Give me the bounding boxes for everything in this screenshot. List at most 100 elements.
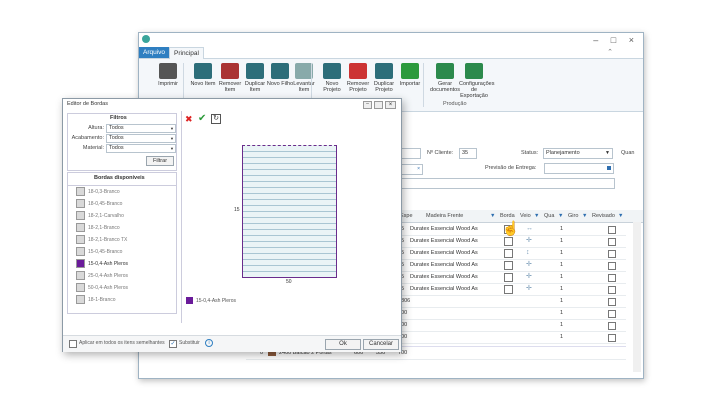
edge-cell-icon[interactable] (504, 261, 513, 270)
vertical-scrollbar[interactable] (633, 222, 641, 372)
status-select[interactable]: Planejamento ▼ (543, 148, 613, 159)
edge-list-item[interactable]: 18-0,45-Branco (76, 199, 172, 210)
cancel-button[interactable]: Cancelar (363, 339, 399, 350)
ribbon-button[interactable]: Imprimir (153, 63, 183, 87)
delivery-date-field[interactable] (544, 163, 614, 174)
ribbon-button[interactable]: Gerar documentos (430, 63, 460, 93)
edge-list-item[interactable]: 18-2,1-Branco TX (76, 235, 172, 246)
filter-icon[interactable]: ▼ (582, 210, 587, 222)
filter-finish-select[interactable]: Todos ▼ (106, 134, 176, 143)
edge-list-item[interactable]: 18-1-Branco (76, 295, 172, 306)
col-grain[interactable]: Veio (520, 210, 531, 222)
ok-button[interactable]: Ok (325, 339, 361, 350)
reviewed-checkbox[interactable] (608, 250, 616, 258)
calendar-icon[interactable] (607, 166, 611, 170)
edge-label: 18-2,1-Carvalho (88, 213, 124, 219)
client-no-field[interactable]: 35 (459, 148, 477, 159)
minimize-icon[interactable]: – (363, 101, 372, 109)
reviewed-checkbox[interactable] (608, 238, 616, 246)
edge-cell-icon[interactable] (504, 237, 513, 246)
filter-icon[interactable]: ▼ (618, 210, 623, 222)
clear-icon[interactable]: × (417, 165, 420, 174)
preview-area: 15 50 15-0,4-Ash Pleros (181, 111, 398, 323)
edge-color-swatch (76, 211, 85, 221)
delivery-label: Previsão de Entrega: (485, 165, 537, 171)
filter-height-select[interactable]: Todos ▼ (106, 124, 176, 133)
filter-button[interactable]: Filtrar (146, 156, 174, 166)
reviewed-checkbox[interactable] (608, 286, 616, 294)
row-quantity: 1 (560, 226, 564, 232)
reviewed-checkbox[interactable] (608, 262, 616, 270)
reviewed-checkbox[interactable] (608, 274, 616, 282)
filters-title: Filtros (110, 115, 127, 121)
col-quantity[interactable]: Qua (544, 210, 554, 222)
apply-all-label: Aplicar em todos os itens semelhantes (79, 340, 165, 346)
chevron-down-icon: ▼ (170, 136, 174, 141)
ribbon-button[interactable]: Novo Item (188, 63, 218, 87)
edge-list-item[interactable]: 50-0,4-Ash Pleros (76, 283, 172, 294)
substitute-checkbox[interactable]: ✓ (169, 340, 177, 348)
ribbon-button-label: Remover Item (218, 81, 242, 93)
filter-icon[interactable]: ▼ (534, 210, 539, 222)
reviewed-checkbox[interactable] (608, 298, 616, 306)
maximize-icon[interactable] (374, 101, 383, 109)
edge-list-item[interactable]: 15-0,45-Branco (76, 247, 172, 258)
edge-label: 15-0,4-Ash Pleros (88, 261, 129, 267)
reviewed-checkbox[interactable] (608, 310, 616, 318)
ribbon-button-label: Novo Item (190, 81, 216, 87)
col-reviewed[interactable]: Revisado (592, 210, 615, 222)
filter-icon[interactable]: ▼ (490, 210, 495, 222)
grain-direction-icon[interactable]: ↔ (526, 223, 533, 235)
piece-preview[interactable] (242, 145, 337, 278)
filter-material-select[interactable]: Todos ▼ (106, 144, 176, 153)
ribbon-button[interactable]: Importar (395, 63, 425, 87)
col-rotation[interactable]: Giro (568, 210, 578, 222)
edge-cell-icon[interactable] (504, 273, 513, 282)
edge-list-item[interactable]: 15-0,4-Ash Pleros (76, 259, 172, 270)
ribbon-button-label: Configurações de Exportação (459, 81, 495, 99)
grain-direction-icon[interactable]: ↕ (526, 247, 530, 259)
edge-label: 15-0,45-Branco (88, 249, 123, 255)
ribbon-separator (423, 63, 424, 107)
edge-cell-icon[interactable] (504, 249, 513, 258)
reviewed-checkbox[interactable] (608, 226, 616, 234)
dialog-title-bar: Editor de Bordas – × (63, 99, 401, 110)
chevron-down-icon: ▼ (170, 126, 174, 131)
info-icon[interactable]: i (205, 339, 213, 347)
ribbon-button-label: Remover Projeto (346, 81, 370, 93)
grain-direction-icon[interactable]: ✛ (526, 235, 532, 247)
apply-all-checkbox[interactable] (69, 340, 77, 348)
edge-color-swatch (76, 259, 85, 269)
row-material: Duratex Essencial Wood As (410, 286, 478, 292)
ribbon-button-label: Novo Projeto (323, 81, 341, 93)
close-icon[interactable]: × (385, 101, 396, 109)
app-logo-icon (142, 35, 150, 43)
reviewed-checkbox[interactable] (608, 334, 616, 342)
ribbon-button[interactable]: Configurações de Exportação (459, 63, 494, 99)
ribbon-button-label: Gerar documentos (430, 81, 460, 93)
menu-main-tab[interactable]: Principal (169, 47, 204, 59)
edge-list-item[interactable]: 18-2,1-Branco (76, 223, 172, 234)
row-quantity: 1 (560, 310, 564, 316)
ribbon-button-label: Duplicar Item (244, 81, 266, 93)
edge-list-item[interactable]: 25-0,4-Ash Pleros (76, 271, 172, 282)
edge-list-item[interactable]: 18-2,1-Carvalho (76, 211, 172, 222)
ribbon-button[interactable]: Levantar Item (289, 63, 319, 93)
collapse-ribbon-icon[interactable]: ⌃ (607, 48, 613, 56)
notes-field[interactable] (401, 178, 615, 189)
grain-direction-icon[interactable]: ✛ (526, 259, 532, 271)
filter-icon[interactable]: ▼ (558, 210, 563, 222)
grain-direction-icon[interactable]: ✛ (526, 271, 532, 283)
edge-cell-icon[interactable] (504, 285, 513, 294)
edge-list-item[interactable]: 18-0,3-Branco (76, 187, 172, 198)
row-quantity: 1 (560, 274, 564, 280)
reviewed-checkbox[interactable] (608, 322, 616, 330)
customer-field[interactable]: × (401, 164, 423, 175)
col-material[interactable]: Madeira Frente (426, 210, 463, 222)
window-controls[interactable]: – □ × (593, 35, 639, 45)
grain-direction-icon[interactable]: ✛ (526, 283, 532, 295)
project-field[interactable] (401, 148, 421, 159)
row-material: Duratex Essencial Wood As (410, 226, 478, 232)
menu-file[interactable]: Arquivo (139, 47, 170, 58)
edge-color-swatch (76, 187, 85, 197)
